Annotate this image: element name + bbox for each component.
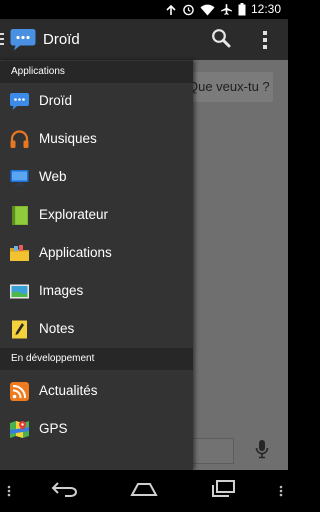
drawer-item-label: Web xyxy=(39,169,67,184)
drawer-item-musiques[interactable]: Musiques xyxy=(0,120,193,158)
landscape-image-icon xyxy=(9,281,30,302)
drawer-item-label: Applications xyxy=(39,245,112,260)
drawer-item-label: Notes xyxy=(39,321,75,336)
home-icon xyxy=(129,482,159,501)
drawer-item-gps[interactable]: GPS xyxy=(0,410,193,448)
map-pin-icon xyxy=(9,419,30,440)
home-button[interactable] xyxy=(128,478,160,504)
app-logo-icon[interactable] xyxy=(10,28,36,52)
drawer-item-droid[interactable]: Droïd xyxy=(0,82,193,120)
recent-apps-button[interactable] xyxy=(208,478,238,504)
navigation-drawer: Applications Droïd Musiques Web Explorat… xyxy=(0,60,193,470)
battery-icon xyxy=(238,3,246,16)
overflow-menu-button[interactable] xyxy=(255,27,275,53)
monitor-icon xyxy=(9,167,30,188)
note-pencil-icon xyxy=(9,319,30,340)
folder-icon xyxy=(9,243,30,264)
right-dots-icon xyxy=(276,484,286,498)
book-icon xyxy=(9,205,30,226)
drawer-item-web[interactable]: Web xyxy=(0,158,193,196)
section-header-applications: Applications xyxy=(0,61,193,83)
drawer-item-actualites[interactable]: Actualités xyxy=(0,372,193,410)
headphones-icon xyxy=(9,129,30,150)
chat-input-area xyxy=(190,432,288,470)
drawer-item-label: Actualités xyxy=(39,383,98,398)
back-button[interactable] xyxy=(50,478,80,504)
alarm-clock-icon xyxy=(182,3,195,16)
app-title: Droïd xyxy=(43,31,80,48)
drawer-item-label: Droïd xyxy=(39,93,73,108)
status-time: 12:30 xyxy=(250,2,281,16)
microphone-icon xyxy=(255,439,269,464)
mic-button[interactable] xyxy=(242,435,282,467)
drawer-item-label: Musiques xyxy=(39,131,97,146)
status-icons xyxy=(165,2,246,17)
speech-bubble-icon xyxy=(9,91,30,112)
system-navigation-bar xyxy=(0,470,288,512)
drawer-item-label: Explorateur xyxy=(39,207,109,222)
notification-icon xyxy=(165,4,177,16)
left-dots-icon xyxy=(4,484,14,498)
wifi-icon xyxy=(200,4,215,16)
airplane-icon xyxy=(220,3,233,16)
search-icon xyxy=(211,28,231,53)
drawer-item-label: Images xyxy=(39,283,84,298)
search-button[interactable] xyxy=(208,27,234,53)
rss-icon xyxy=(9,381,30,402)
back-icon xyxy=(51,481,79,502)
drawer-item-explorateur[interactable]: Explorateur xyxy=(0,196,193,234)
status-bar: 12:30 xyxy=(0,0,288,19)
drawer-item-applications[interactable]: Applications xyxy=(0,234,193,272)
drawer-item-label: GPS xyxy=(39,421,68,436)
message-input[interactable] xyxy=(192,438,234,464)
section-header-en-developpement: En développement xyxy=(0,348,193,370)
drawer-indicator-icon[interactable] xyxy=(0,33,5,47)
recent-apps-icon xyxy=(210,479,236,503)
drawer-item-images[interactable]: Images xyxy=(0,272,193,310)
drawer-item-notes[interactable]: Notes xyxy=(0,310,193,348)
action-bar: Droïd xyxy=(0,19,288,60)
